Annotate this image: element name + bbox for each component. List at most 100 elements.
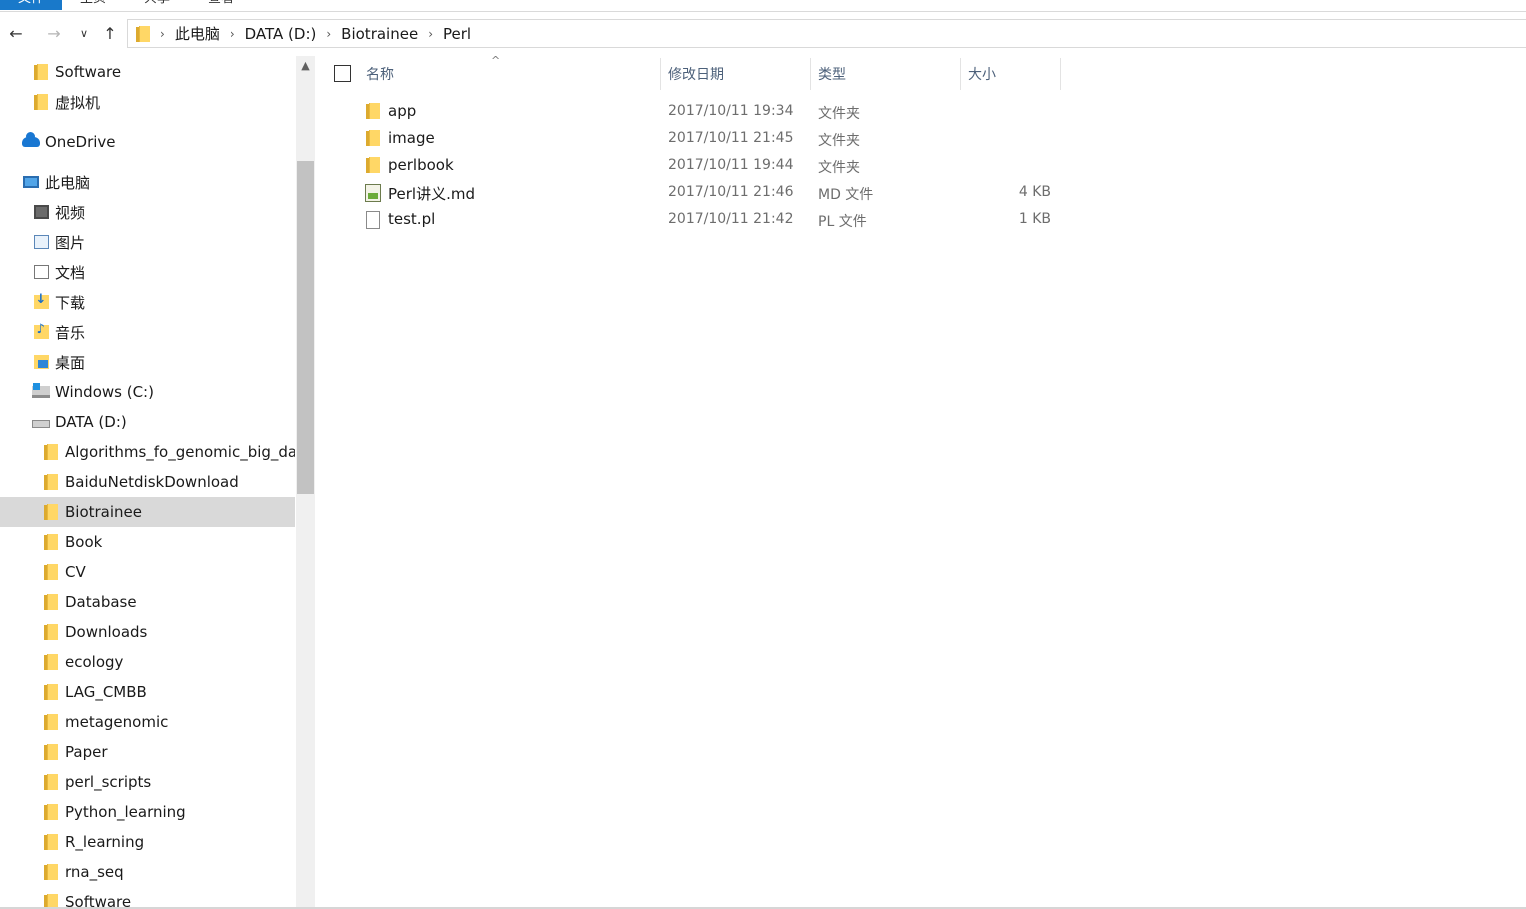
tree-item-label: R_learning (65, 833, 145, 851)
file-row-image[interactable]: image 2017/10/11 21:45 文件夹 (316, 125, 1061, 152)
tree-item-desktop[interactable]: 桌面 (0, 347, 295, 377)
file-type: 文件夹 (818, 106, 860, 122)
folder-icon (44, 774, 58, 790)
column-header-name[interactable]: 名称 (359, 58, 660, 90)
recent-locations-button[interactable]: ∨ (72, 21, 96, 45)
forward-button[interactable]: → (42, 21, 66, 45)
tree-item-rna-seq[interactable]: rna_seq (0, 857, 295, 887)
folder-icon (44, 804, 58, 820)
column-header-type[interactable]: 类型 (810, 58, 960, 90)
file-row-app[interactable]: app 2017/10/11 19:34 文件夹 (316, 98, 1061, 125)
file-name: app (388, 102, 417, 120)
tree-item-label: 图片 (55, 233, 86, 252)
tree-item-virtual-machines[interactable]: 虚拟机 (0, 87, 295, 117)
tree-item-downloads[interactable]: 下载 (0, 287, 295, 317)
tree-item-label: metagenomic (65, 713, 169, 731)
tree-item-software-d[interactable]: Software (0, 887, 295, 909)
ribbon-tab-share[interactable]: 共享 (144, 0, 170, 10)
tree-item-pictures[interactable]: 图片 (0, 227, 295, 257)
tree-item-algorithms[interactable]: Algorithms_fo_genomic_big_da (0, 437, 295, 467)
desktop-icon (33, 355, 49, 369)
up-button[interactable]: ↑ (98, 21, 122, 45)
tree-item-label: LAG_CMBB (65, 683, 147, 701)
tree-item-videos[interactable]: 视频 (0, 197, 295, 227)
tree-item-label: 虚拟机 (55, 93, 101, 112)
tree-item-label: rna_seq (65, 863, 124, 881)
caret-up-icon: ▲ (301, 59, 310, 72)
tree-item-biotrainee[interactable]: Biotrainee (0, 497, 295, 527)
windows-drive-icon (32, 383, 50, 398)
tree-item-software[interactable]: Software (0, 57, 295, 87)
folder-icon (44, 834, 58, 850)
folder-icon (44, 864, 58, 880)
ribbon-tab-view[interactable]: 查看 (208, 0, 234, 10)
navigation-scrollbar[interactable]: ▲ (296, 56, 315, 909)
folder-icon (44, 744, 58, 760)
tree-item-perl-scripts[interactable]: perl_scripts (0, 767, 295, 797)
file-date: 2017/10/11 19:34 (668, 103, 794, 119)
ribbon-tab-home[interactable]: 主页 (80, 0, 106, 10)
breadcrumb-biotrainee[interactable]: Biotrainee (341, 25, 418, 43)
tree-item-label: ecology (65, 653, 124, 671)
chevron-right-icon[interactable]: › (160, 27, 165, 41)
tree-item-book[interactable]: Book (0, 527, 295, 557)
tree-item-lag-cmbb[interactable]: LAG_CMBB (0, 677, 295, 707)
music-icon (33, 322, 49, 339)
scroll-up-button[interactable]: ▲ (296, 56, 315, 76)
tree-item-onedrive[interactable]: OneDrive (0, 127, 295, 157)
tree-item-data-d[interactable]: DATA (D:) (0, 407, 295, 437)
folder-icon (366, 103, 380, 119)
tree-item-python-learning[interactable]: Python_learning (0, 797, 295, 827)
tree-item-label: 文档 (55, 263, 86, 282)
file-row-perl-md[interactable]: Perl讲义.md 2017/10/11 21:46 MD 文件 4 KB (316, 179, 1061, 206)
file-type: MD 文件 (818, 187, 874, 203)
arrow-left-icon: ← (9, 23, 23, 43)
file-list-pane: ^ 名称 修改日期 类型 大小 app 2017/10/11 19:34 文件夹… (316, 54, 1526, 909)
tree-item-this-pc[interactable]: 此电脑 (0, 167, 295, 197)
chevron-right-icon[interactable]: › (230, 27, 235, 41)
tree-item-label: 桌面 (55, 353, 86, 372)
tree-item-downloads-folder[interactable]: Downloads (0, 617, 295, 647)
drive-icon (32, 420, 50, 428)
tree-item-label: Database (65, 593, 137, 611)
breadcrumb-this-pc[interactable]: 此电脑 (175, 23, 220, 44)
select-all-checkbox[interactable] (334, 65, 351, 82)
folder-icon (44, 714, 58, 730)
tree-item-label: BaiduNetdiskDownload (65, 473, 239, 491)
file-name: test.pl (388, 210, 436, 228)
folder-icon (44, 474, 58, 490)
scrollbar-thumb[interactable] (297, 161, 314, 494)
tree-item-music[interactable]: 音乐 (0, 317, 295, 347)
breadcrumb-data-drive[interactable]: DATA (D:) (245, 25, 317, 43)
tree-item-label: DATA (D:) (55, 413, 127, 431)
tree-item-ecology[interactable]: ecology (0, 647, 295, 677)
back-button[interactable]: ← (4, 21, 28, 45)
folder-icon (44, 504, 58, 520)
tree-item-paper[interactable]: Paper (0, 737, 295, 767)
file-date: 2017/10/11 21:42 (668, 211, 794, 227)
tree-item-r-learning[interactable]: R_learning (0, 827, 295, 857)
file-size: 1 KB (1018, 211, 1051, 227)
folder-icon (34, 94, 48, 110)
file-date: 2017/10/11 21:46 (668, 184, 794, 200)
column-header-size[interactable]: 大小 (960, 58, 1061, 90)
tree-item-database[interactable]: Database (0, 587, 295, 617)
file-row-perlbook[interactable]: perlbook 2017/10/11 19:44 文件夹 (316, 152, 1061, 179)
address-bar[interactable]: › 此电脑 › DATA (D:) › Biotrainee › Perl (127, 19, 1526, 48)
folder-icon (44, 534, 58, 550)
chevron-right-icon[interactable]: › (326, 27, 331, 41)
chevron-right-icon[interactable]: › (428, 27, 433, 41)
tree-item-baidunetdiskdownload[interactable]: BaiduNetdiskDownload (0, 467, 295, 497)
tree-item-windows-c[interactable]: Windows (C:) (0, 377, 295, 407)
ribbon-tab-file[interactable]: 文件 (0, 0, 62, 10)
file-row-test-pl[interactable]: test.pl 2017/10/11 21:42 PL 文件 1 KB (316, 206, 1061, 233)
file-name: perlbook (388, 156, 454, 174)
tree-item-metagenomic[interactable]: metagenomic (0, 707, 295, 737)
file-date: 2017/10/11 19:44 (668, 157, 794, 173)
tree-item-documents[interactable]: 文档 (0, 257, 295, 287)
breadcrumb-perl[interactable]: Perl (443, 25, 471, 43)
pictures-icon (33, 235, 49, 249)
column-header-date[interactable]: 修改日期 (660, 58, 810, 90)
tree-item-cv[interactable]: CV (0, 557, 295, 587)
column-header: ^ 名称 修改日期 类型 大小 (316, 54, 1061, 90)
